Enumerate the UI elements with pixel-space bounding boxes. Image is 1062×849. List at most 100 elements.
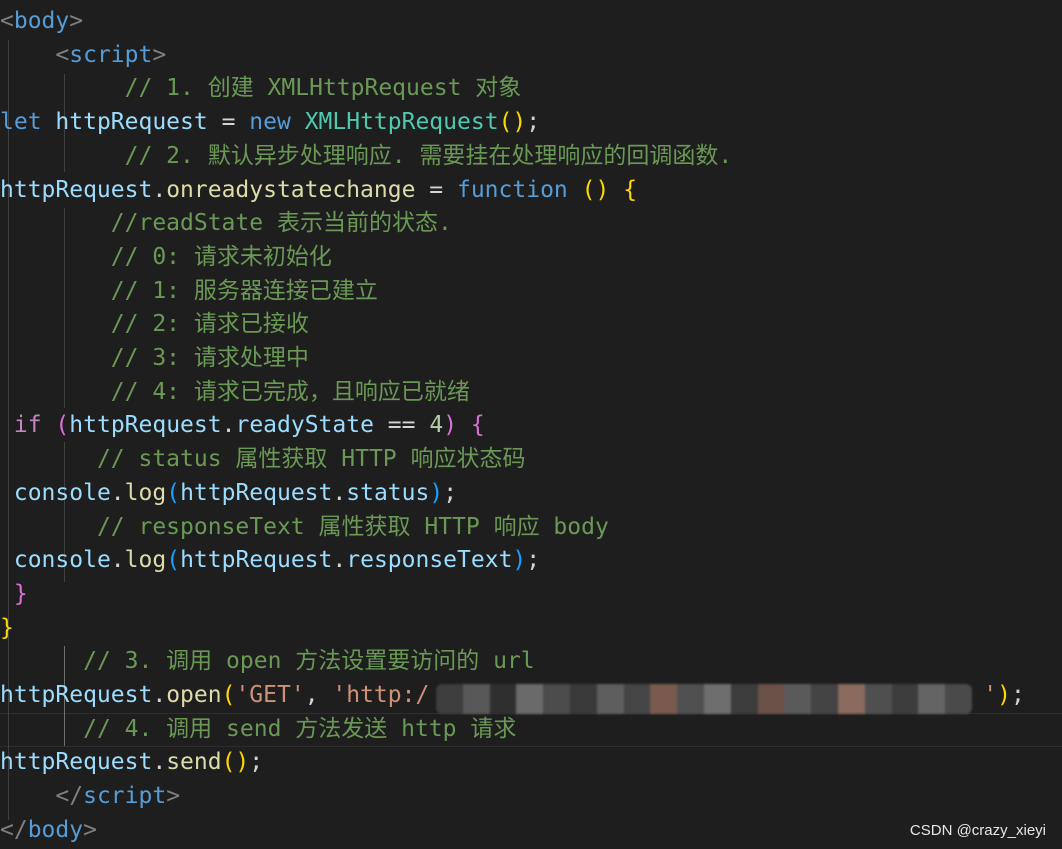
redaction-cell [650,684,678,714]
code-token: ( [221,682,236,708]
redaction-cell [462,684,490,714]
code-line[interactable]: <script> [0,38,166,72]
redaction-cell [864,684,892,714]
redaction-cell [489,684,517,714]
code-token: readyState [235,412,374,439]
code-token: console [13,479,111,506]
code-line[interactable]: // 0: 请求未初始化 [0,240,332,274]
code-editor[interactable]: <body> <script> // 1. 创建 XMLHttpRequest … [0,0,1062,849]
redaction-cell [677,684,704,714]
code-line[interactable]: // 2: 请求已接收 [0,307,309,341]
code-token: ; [443,479,458,506]
code-token: } [0,614,14,641]
redaction-cell [945,684,972,714]
code-line[interactable]: //readState 表示当前的状态. [0,206,452,240]
code-line[interactable]: // 4: 请求已完成，且响应已就绪 [0,375,470,409]
code-token: // 3: 请求处理中 [110,345,309,371]
code-line[interactable]: </script> [0,779,180,813]
redaction-cell [757,684,785,714]
code-token: ; [526,547,541,574]
redaction-cell [543,684,570,714]
code-token: 'http:/ [332,682,430,708]
code-token: // 4. 调用 send 方法发送 http 请求 [83,715,517,742]
code-token: 4 [429,412,444,439]
code-token: ; [249,749,264,776]
code-token: // 4: 请求已完成，且响应已就绪 [110,378,470,405]
code-line[interactable]: // responseText 属性获取 HTTP 响应 body [0,510,609,544]
code-token: console [13,547,111,574]
code-line[interactable]: console.log(httpRequest.responseText); [0,543,540,577]
code-token: log [124,479,167,506]
code-token: httpRequest [55,109,208,136]
code-token: if [13,412,42,439]
code-line[interactable]: // 1: 服务器连接已建立 [0,274,378,308]
code-token: . [152,176,167,203]
code-line[interactable]: // 4. 调用 send 方法发送 http 请求 [0,712,516,746]
code-line[interactable]: console.log(httpRequest.status); [0,476,457,510]
code-token: > [152,41,167,68]
redacted-url-blur [436,684,972,714]
code-line[interactable]: <body> [0,4,83,38]
code-token: // 2: 请求已接收 [110,311,309,338]
redaction-cell [516,684,544,714]
code-token: > [83,816,97,843]
code-token: < [0,8,14,34]
code-token: . [332,547,347,574]
code-token: ) [429,479,444,506]
code-token: . [110,479,125,506]
code-line[interactable]: // status 属性获取 HTTP 响应状态码 [0,442,526,476]
code-token: = [415,176,457,203]
code-line[interactable]: let httpRequest = new XMLHttpRequest(); [0,105,540,139]
code-line[interactable]: httpRequest.onreadystatechange = functio… [0,173,637,207]
code-line[interactable]: if (httpRequest.readyState == 4) { [0,408,485,442]
code-token: ( [55,412,70,439]
code-token: body [13,8,70,34]
code-token: body [27,816,84,843]
code-token: ( [166,547,181,574]
code-token: = [207,109,250,136]
code-line[interactable]: } [0,611,14,645]
code-token: () [221,749,250,776]
code-line[interactable]: } [0,577,28,611]
code-token: </ [55,783,84,810]
code-token: httpRequest [69,412,222,439]
code-token: // 3. 调用 open 方法设置要访问的 url [83,648,535,675]
redaction-cell [569,684,597,714]
code-line[interactable]: // 3. 调用 open 方法设置要访问的 url [0,644,535,678]
code-token: httpRequest [0,176,153,203]
code-token: > [69,8,84,34]
code-line[interactable]: httpRequest.send(); [0,745,263,779]
code-token: </ [0,816,28,843]
code-token: ) [512,547,527,574]
code-token: new [249,109,291,136]
code-token: () [498,109,527,136]
code-token: httpRequest [0,682,153,708]
code-token: script [69,41,153,68]
code-line[interactable]: // 2. 默认异步处理响应. 需要挂在处理响应的回调函数. [0,139,733,173]
redaction-cell [703,684,731,714]
code-token: // status 属性获取 HTTP 响应状态码 [96,446,526,473]
redaction-cell [811,684,838,714]
code-line[interactable]: // 3: 请求处理中 [0,341,309,375]
code-line[interactable]: </body> [0,813,97,847]
code-line[interactable]: // 1. 创建 XMLHttpRequest 对象 [0,71,522,105]
code-token: { [623,176,638,203]
redaction-cell [918,684,946,714]
code-token: ; [1010,682,1025,708]
code-token: ' [983,682,998,708]
